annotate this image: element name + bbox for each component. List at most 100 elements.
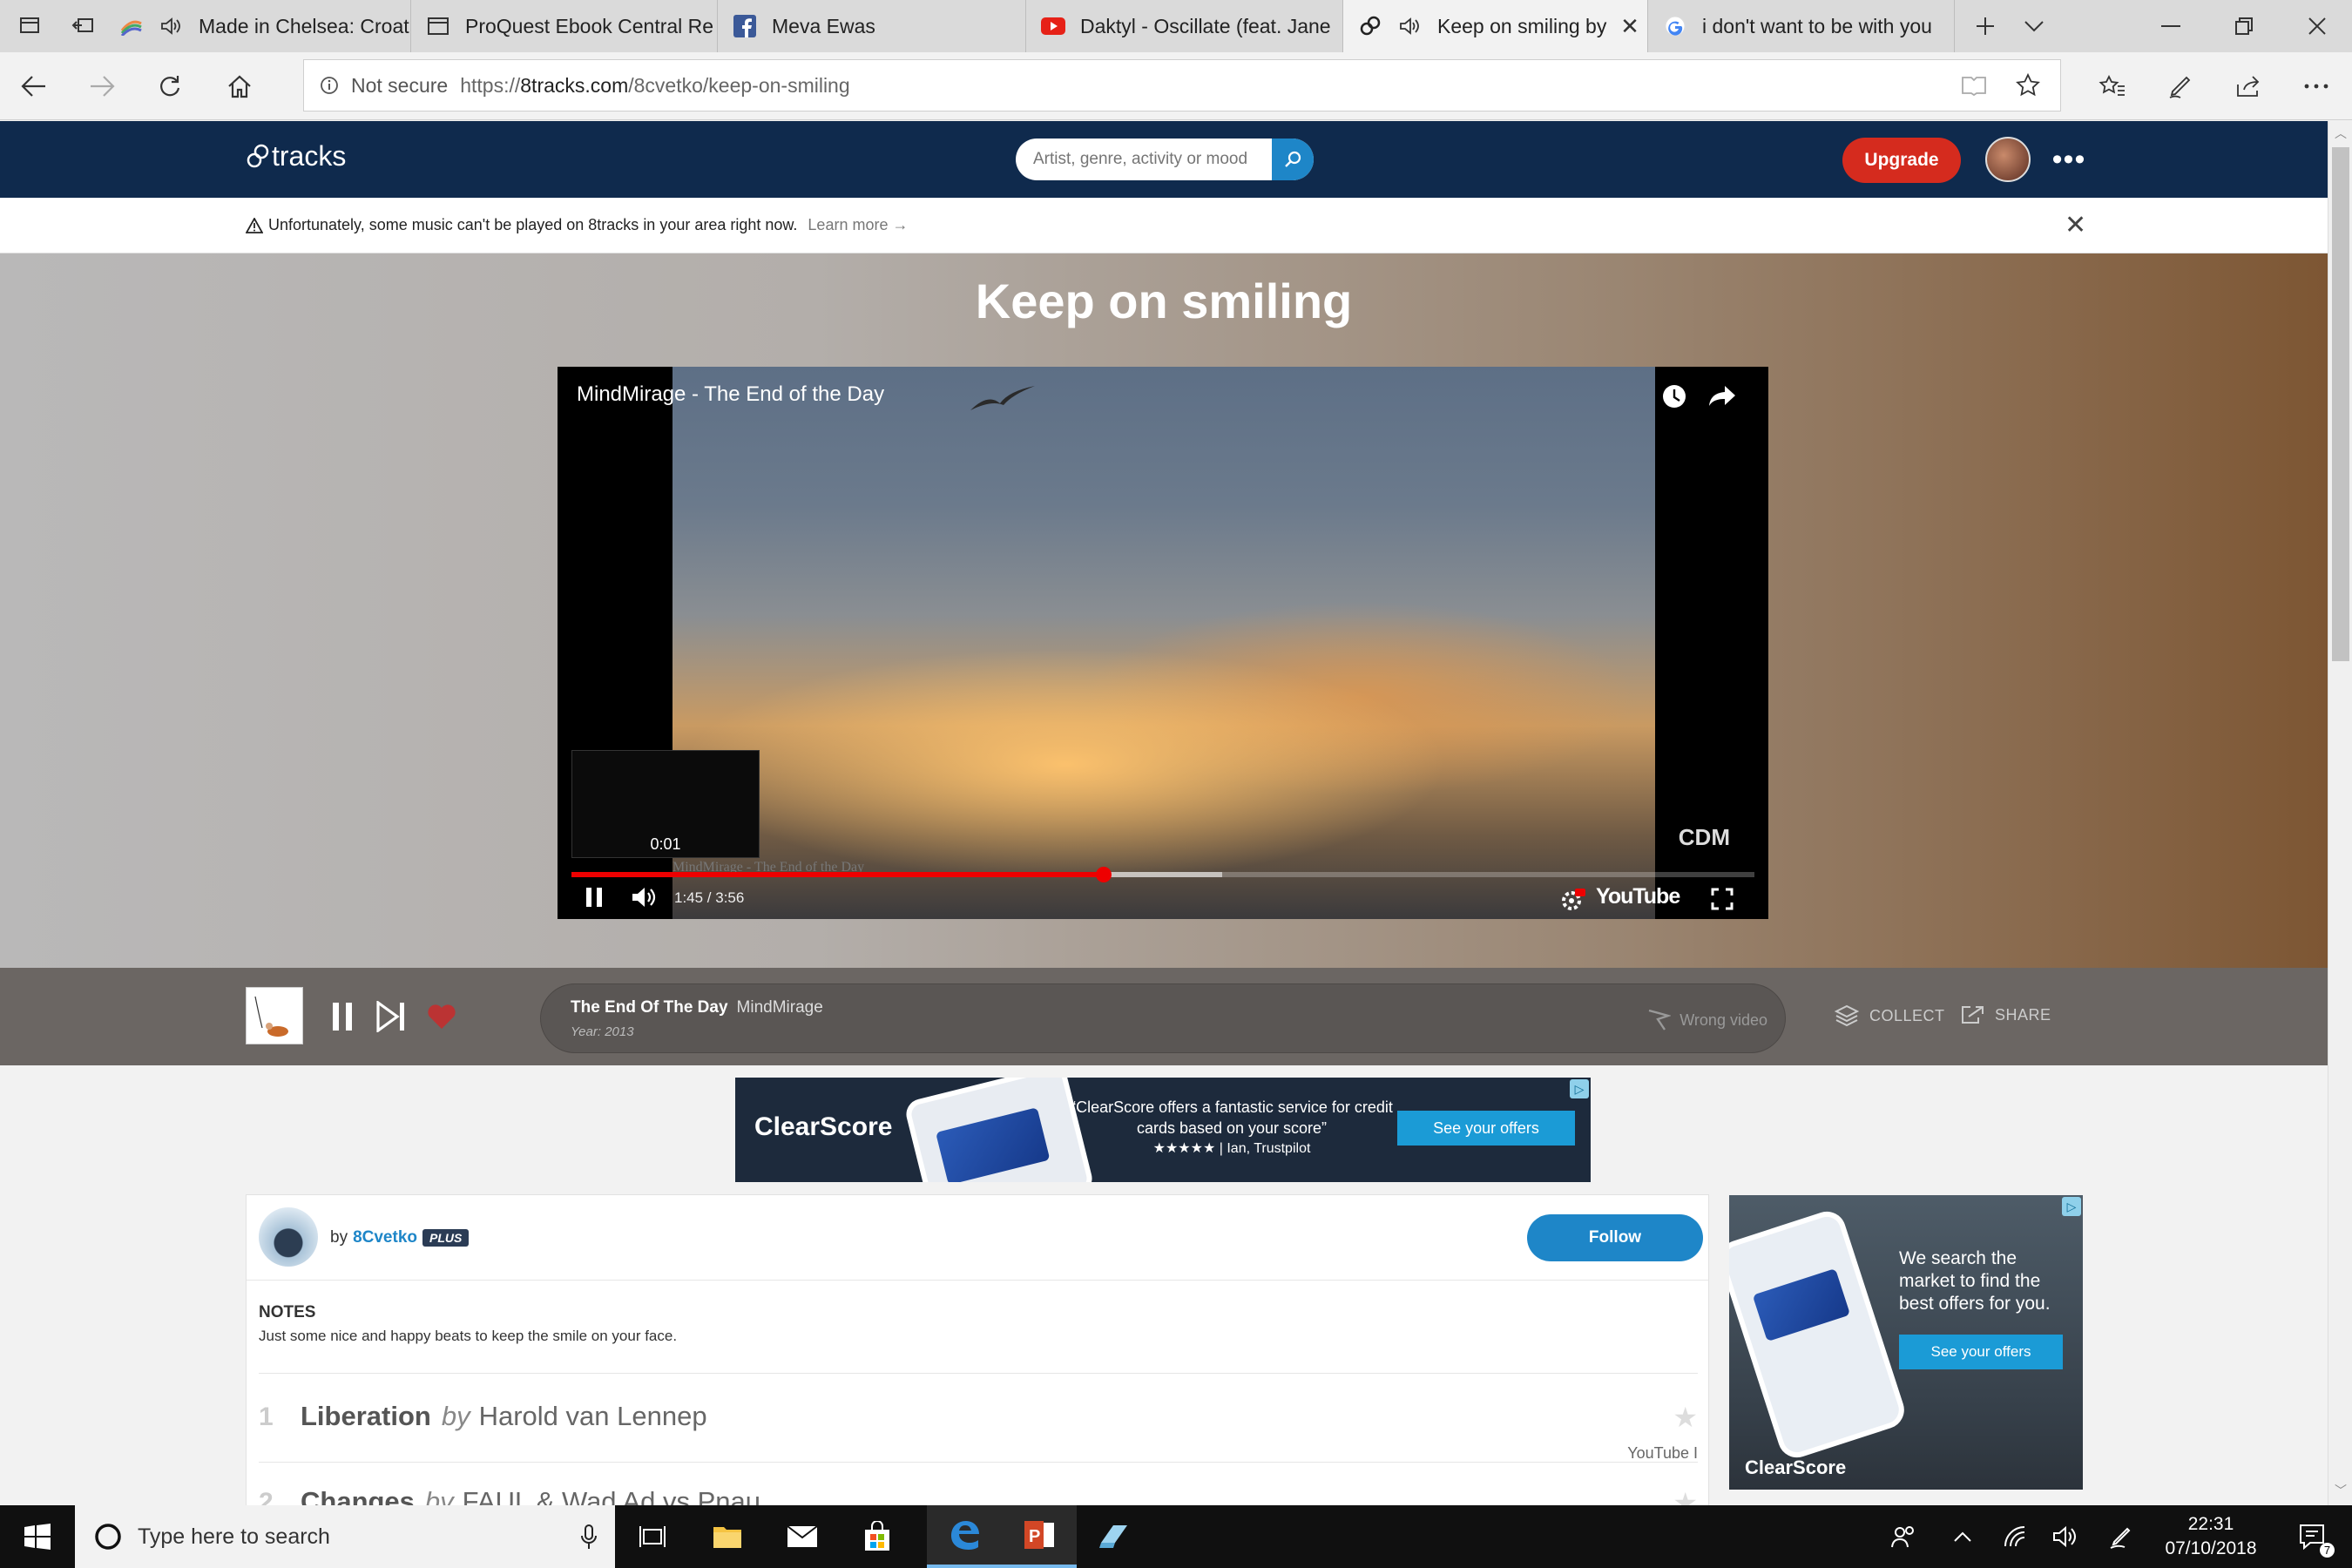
scrubber-handle[interactable] bbox=[1096, 867, 1112, 882]
reading-view-icon[interactable] bbox=[1961, 74, 1987, 97]
refresh-icon[interactable] bbox=[136, 52, 204, 120]
taskbar-clock[interactable]: 22:31 07/10/2018 bbox=[2132, 1512, 2289, 1561]
watch-later-icon[interactable] bbox=[1660, 382, 1688, 410]
collect-button[interactable]: COLLECT bbox=[1835, 1004, 1945, 1027]
start-button[interactable] bbox=[0, 1505, 75, 1568]
close-notice-icon[interactable]: ✕ bbox=[2065, 210, 2086, 240]
tab-keep-on-smiling[interactable]: Keep on smiling by ✕ bbox=[1343, 0, 1648, 52]
tab-proquest[interactable]: ProQuest Ebook Central Re bbox=[411, 0, 718, 52]
wrong-video-button[interactable]: Wrong video bbox=[1646, 1009, 1767, 1031]
video-title[interactable]: MindMirage - The End of the Day bbox=[577, 382, 884, 407]
youtube-player[interactable]: MindMirage - The End of the Day 0:01 Min… bbox=[558, 367, 1768, 919]
page-scrollbar[interactable]: ︿ ﹀ bbox=[2328, 121, 2352, 1505]
side-ad-cta-button[interactable]: See your offers bbox=[1899, 1335, 2063, 1369]
forward-icon[interactable] bbox=[68, 52, 136, 120]
plus-badge: PLUS bbox=[422, 1229, 470, 1247]
taskbar-search-box[interactable]: Type here to search bbox=[75, 1505, 615, 1568]
tab-made-in-chelsea[interactable]: Made in Chelsea: Croat bbox=[105, 0, 411, 52]
minimize-icon[interactable] bbox=[2136, 0, 2206, 52]
action-center-icon[interactable]: 7 bbox=[2282, 1505, 2343, 1568]
cortana-icon bbox=[95, 1524, 121, 1550]
svg-text:P: P bbox=[1029, 1527, 1040, 1546]
bird-silhouette bbox=[970, 386, 1035, 410]
preview-time: 0:01 bbox=[650, 835, 681, 853]
ad-banner-clearscore[interactable]: ClearScore “ClearScore offers a fantasti… bbox=[735, 1078, 1591, 1182]
youtube-logo[interactable]: YouTube bbox=[1596, 884, 1680, 909]
upgrade-button[interactable]: Upgrade bbox=[1842, 138, 1961, 183]
track-artist[interactable]: Harold van Lennep bbox=[479, 1401, 707, 1431]
wifi-icon[interactable] bbox=[1991, 1505, 2038, 1568]
favorites-hub-icon[interactable] bbox=[2078, 52, 2146, 120]
people-icon[interactable] bbox=[1880, 1505, 1927, 1568]
volume-tray-icon[interactable] bbox=[2042, 1505, 2089, 1568]
search-input[interactable] bbox=[1016, 150, 1268, 169]
info-icon[interactable] bbox=[320, 76, 339, 95]
ad-cta-button[interactable]: See your offers bbox=[1397, 1111, 1575, 1146]
side-ad-clearscore[interactable]: We search the market to find the best of… bbox=[1729, 1195, 2083, 1490]
share-icon[interactable] bbox=[2214, 52, 2282, 120]
owner-name-link[interactable]: 8Cvetko bbox=[353, 1228, 417, 1247]
more-options-icon[interactable]: ••• bbox=[2051, 137, 2086, 182]
show-hidden-icons-chevron-icon[interactable] bbox=[1939, 1505, 1986, 1568]
pause-button[interactable] bbox=[584, 886, 605, 909]
share-arrow-icon[interactable] bbox=[1707, 382, 1737, 409]
tab-google[interactable]: i don't want to be with you bbox=[1648, 0, 1955, 52]
track-artist[interactable]: MindMirage bbox=[737, 998, 823, 1017]
divider bbox=[259, 1373, 1698, 1374]
mail-icon[interactable] bbox=[765, 1505, 840, 1568]
close-window-icon[interactable] bbox=[2282, 0, 2352, 52]
user-avatar[interactable] bbox=[1985, 137, 2031, 182]
speaker-icon[interactable] bbox=[159, 13, 185, 39]
scroll-up-arrow-icon[interactable]: ︿ bbox=[2328, 123, 2352, 144]
favorite-star-icon[interactable] bbox=[2015, 72, 2041, 98]
scrollbar-thumb[interactable] bbox=[2332, 147, 2349, 661]
adchoices-icon[interactable]: ▷ bbox=[1570, 1079, 1589, 1098]
tab-facebook[interactable]: Meva Ewas bbox=[718, 0, 1026, 52]
favorite-track-star-icon[interactable]: ★ bbox=[1673, 1401, 1698, 1434]
track-row[interactable]: 1 Liberation by Harold van Lennep ★ YouTub… bbox=[259, 1378, 1698, 1462]
mix-cover-thumbnail[interactable] bbox=[246, 987, 303, 1044]
follow-button[interactable]: Follow bbox=[1527, 1214, 1703, 1261]
restore-icon[interactable] bbox=[2209, 0, 2279, 52]
search-button[interactable] bbox=[1272, 139, 1314, 180]
web-note-pen-icon[interactable] bbox=[2146, 52, 2214, 120]
settings-hd-icon[interactable] bbox=[1559, 888, 1585, 912]
microphone-icon[interactable] bbox=[580, 1524, 598, 1551]
skip-button[interactable] bbox=[371, 994, 411, 1039]
snipping-tool-icon[interactable] bbox=[1077, 1505, 1152, 1568]
tab-preview-chevron-icon[interactable] bbox=[2004, 0, 2065, 52]
task-view-icon[interactable] bbox=[615, 1505, 690, 1568]
tab-youtube-daktyl[interactable]: Daktyl - Oscillate (feat. Jane bbox=[1026, 0, 1343, 52]
learn-more-link[interactable]: Learn more → bbox=[808, 216, 908, 234]
track-row[interactable]: 2 Changes by FAUL & Wad Ad vs Pnau ★ bbox=[259, 1463, 1698, 1507]
logo-8-icon bbox=[247, 144, 269, 167]
address-bar[interactable]: Not secure https:// 8tracks.com /8cvetko… bbox=[303, 59, 2061, 112]
collect-label: COLLECT bbox=[1869, 1006, 1945, 1024]
share-button[interactable]: SHARE bbox=[1960, 1004, 2051, 1025]
like-button[interactable] bbox=[422, 994, 462, 1039]
home-icon[interactable] bbox=[206, 52, 274, 120]
channel-watermark[interactable]: CDM bbox=[1679, 824, 1730, 851]
adchoices-icon[interactable]: ▷ bbox=[2062, 1197, 2081, 1216]
track-name[interactable]: Liberation bbox=[301, 1401, 431, 1431]
video-time: 1:45 / 3:56 bbox=[674, 889, 745, 906]
back-icon[interactable] bbox=[0, 52, 68, 120]
volume-button[interactable] bbox=[631, 886, 657, 909]
track-title[interactable]: The End Of The Day bbox=[571, 998, 728, 1017]
speaker-icon[interactable] bbox=[1397, 13, 1423, 39]
progress-bar[interactable] bbox=[571, 867, 1754, 882]
file-explorer-icon[interactable] bbox=[690, 1505, 765, 1568]
store-icon[interactable] bbox=[840, 1505, 915, 1568]
player-pause-button[interactable] bbox=[322, 994, 362, 1039]
fullscreen-icon[interactable] bbox=[1711, 888, 1734, 910]
scroll-down-arrow-icon[interactable]: ﹀ bbox=[2328, 1480, 2352, 1501]
close-tab-icon[interactable]: ✕ bbox=[1612, 13, 1647, 40]
settings-more-icon[interactable] bbox=[2282, 52, 2350, 120]
owner-avatar[interactable] bbox=[259, 1207, 318, 1267]
share-icon bbox=[1962, 1006, 1984, 1024]
edge-browser-icon[interactable] bbox=[927, 1505, 1002, 1568]
owner-prefix: by bbox=[330, 1228, 348, 1247]
site-logo[interactable]: tracks bbox=[246, 140, 346, 172]
powerpoint-icon[interactable]: P bbox=[1002, 1505, 1077, 1568]
track-source: YouTube I bbox=[1627, 1444, 1698, 1462]
